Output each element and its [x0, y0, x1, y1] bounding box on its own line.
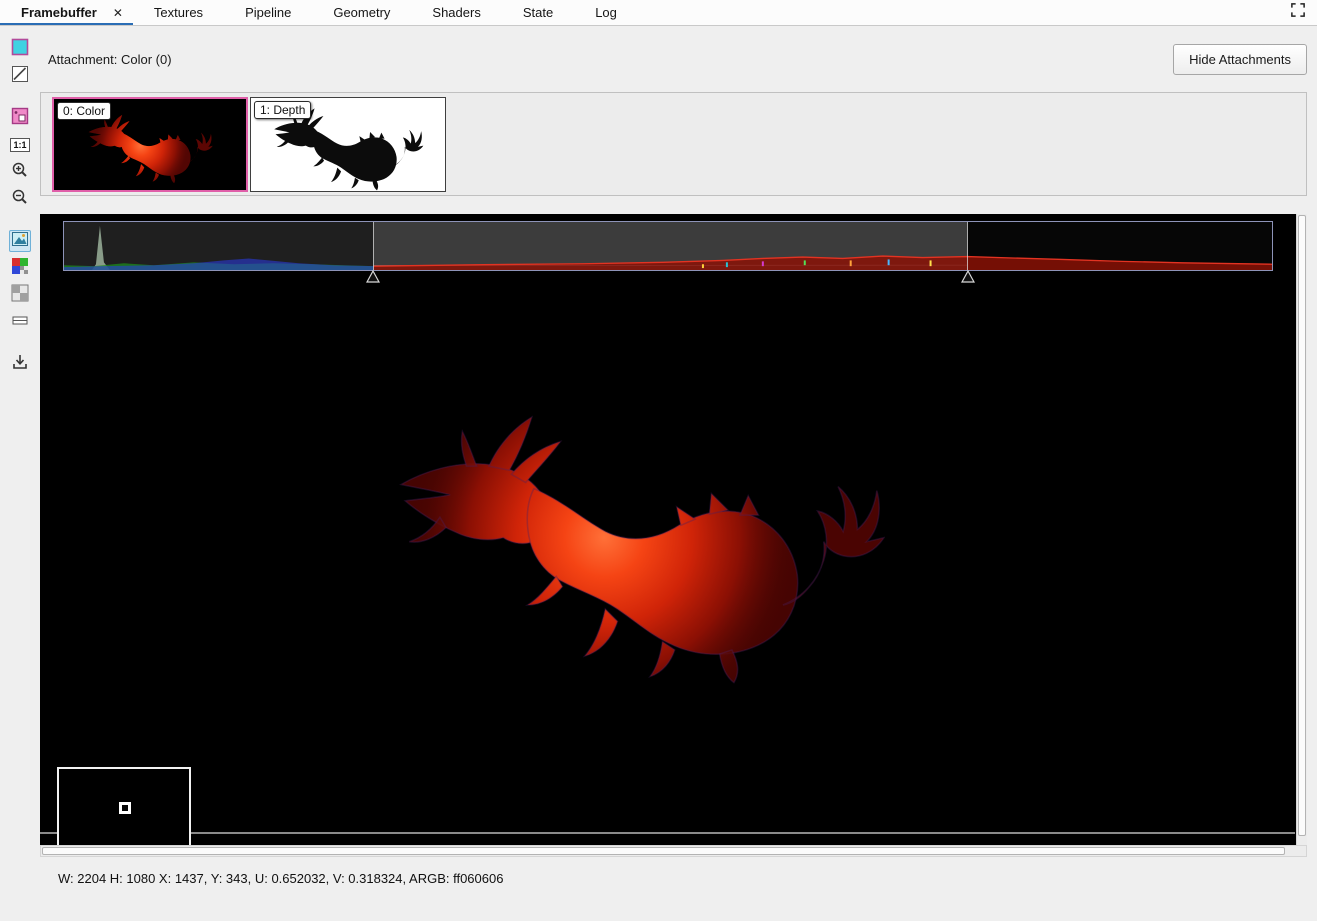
horizontal-scroll-thumb[interactable]: [42, 847, 1285, 855]
alpha-slash-icon: [11, 65, 29, 88]
tab-textures[interactable]: Textures: [133, 0, 224, 25]
rgba-channels-button[interactable]: [9, 257, 31, 279]
image-icon: [11, 230, 29, 253]
checkerboard-button[interactable]: [9, 284, 31, 306]
attachment-thumbnail-depth[interactable]: 1: Depth: [250, 97, 446, 192]
fullscreen-icon: [1290, 2, 1306, 23]
histogram-plot: [63, 221, 1273, 271]
hide-attachments-button[interactable]: Hide Attachments: [1173, 44, 1307, 75]
tab-shaders[interactable]: Shaders: [411, 0, 501, 25]
horizontal-scrollbar[interactable]: [40, 845, 1307, 857]
zoom-actual-icon: 1:1: [10, 138, 29, 152]
attachment-thumbnail-color[interactable]: 0: Color: [52, 97, 248, 192]
save-texture-button[interactable]: [9, 353, 31, 375]
status-bar: W: 2204 H: 1080 X: 1437, Y: 343, U: 0.65…: [40, 857, 1307, 921]
white-point-handle[interactable]: [961, 270, 975, 283]
tab-pipeline-label: Pipeline: [245, 5, 291, 20]
display-image-button[interactable]: [9, 230, 31, 252]
content-area: 1:1: [0, 26, 1317, 921]
black-point-handle[interactable]: [366, 270, 380, 283]
renderdoc-window: Framebuffer ✕ Textures Pipeline Geometry…: [0, 0, 1317, 921]
zoom-actual-button[interactable]: 1:1: [9, 134, 31, 156]
tab-geometry-label: Geometry: [333, 5, 390, 20]
attachment-color-label: 0: Color: [57, 102, 111, 120]
tab-log[interactable]: Log: [574, 0, 638, 25]
flatten-range-button[interactable]: [9, 311, 31, 333]
tab-log-label: Log: [595, 5, 617, 20]
tab-state-label: State: [523, 5, 553, 20]
background-color-swatch-icon: [11, 38, 29, 61]
tab-pipeline[interactable]: Pipeline: [224, 0, 312, 25]
zoom-in-button[interactable]: [9, 161, 31, 183]
tab-close-icon[interactable]: ✕: [113, 6, 123, 20]
subresource-button[interactable]: [9, 107, 31, 129]
texture-display-dragon: [395, 364, 885, 701]
tab-framebuffer[interactable]: Framebuffer ✕: [0, 0, 133, 25]
tab-state[interactable]: State: [502, 0, 574, 25]
tab-geometry[interactable]: Geometry: [312, 0, 411, 25]
vertical-scroll-thumb[interactable]: [1298, 215, 1306, 836]
attachment-depth-label: 1: Depth: [254, 101, 311, 119]
subresource-icon: [11, 107, 29, 130]
attachment-header: Attachment: Color (0) Hide Attachments: [40, 26, 1307, 92]
main-column: Attachment: Color (0) Hide Attachments 0…: [40, 26, 1317, 921]
pixel-context-view: [57, 767, 191, 845]
background-color-button[interactable]: [9, 38, 31, 60]
range-histogram[interactable]: [63, 221, 1273, 271]
tab-textures-label: Textures: [154, 5, 203, 20]
texture-bottom-edge: [40, 832, 1295, 834]
vertical-scrollbar[interactable]: [1296, 214, 1307, 845]
tab-framebuffer-label: Framebuffer: [21, 5, 97, 20]
attachment-label: Attachment: Color (0): [48, 52, 172, 67]
pixel-cursor-marker: [119, 802, 131, 814]
zoom-out-icon: [11, 188, 29, 211]
save-download-icon: [11, 353, 29, 376]
attachments-strip: 0: Color 1: Depth: [40, 92, 1307, 196]
left-toolbar: 1:1: [0, 26, 40, 921]
pixel-status-text: W: 2204 H: 1080 X: 1437, Y: 343, U: 0.65…: [58, 871, 503, 886]
alpha-background-button[interactable]: [9, 65, 31, 87]
tab-bar: Framebuffer ✕ Textures Pipeline Geometry…: [0, 0, 1317, 26]
zoom-in-icon: [11, 161, 29, 184]
rgba-channels-icon: [11, 257, 29, 280]
tab-shaders-label: Shaders: [432, 5, 480, 20]
fullscreen-button[interactable]: [1279, 0, 1317, 25]
zoom-out-button[interactable]: [9, 188, 31, 210]
flatten-range-icon: [11, 311, 29, 334]
texture-viewport[interactable]: [40, 214, 1307, 845]
checkerboard-icon: [11, 284, 29, 307]
